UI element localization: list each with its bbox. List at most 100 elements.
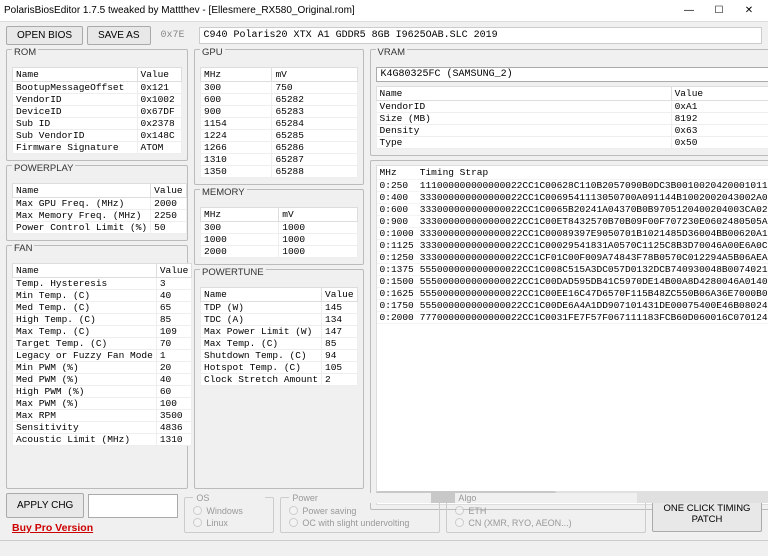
open-bios-button[interactable]: OPEN BIOS [6, 26, 83, 45]
cell[interactable]: 777000000000000022CC1C0031FE7F57F0671111… [417, 312, 768, 324]
cell[interactable]: 2000 [201, 246, 279, 258]
table-row[interactable]: 300750 [201, 82, 358, 94]
cell[interactable]: 65284 [272, 118, 357, 130]
table-row[interactable]: Type0x50 [376, 137, 768, 149]
cell[interactable]: 65287 [272, 154, 357, 166]
cell[interactable]: 0:1125 [377, 240, 417, 252]
cell[interactable]: Max Temp. (C) [201, 338, 322, 350]
cell[interactable]: 0:2000 [377, 312, 417, 324]
cell[interactable]: 333000000000000022CC1C00089397E9050701B1… [417, 228, 768, 240]
cell[interactable]: 0:1375 [377, 264, 417, 276]
cell[interactable]: 65285 [272, 130, 357, 142]
cell[interactable]: DeviceID [13, 106, 138, 118]
table-row[interactable]: Acoustic Limit (MHz)1310 [13, 434, 192, 446]
cell[interactable]: Target Temp. (C) [13, 338, 157, 350]
cell[interactable]: 1310 [201, 154, 272, 166]
cell[interactable]: 300 [201, 222, 279, 234]
table-row[interactable]: Clock Stretch Amount2 [201, 374, 358, 386]
rom-table[interactable]: NameValueBootupMessageOffset0x121VendorI… [12, 67, 182, 154]
maximize-button[interactable]: ☐ [704, 1, 734, 21]
cell[interactable]: VendorID [376, 101, 671, 113]
table-row[interactable]: Hotspot Temp. (C)105 [201, 362, 358, 374]
cell[interactable]: 0:1750 [377, 300, 417, 312]
cell[interactable]: Max Power Limit (W) [201, 326, 322, 338]
table-row[interactable]: Target Temp. (C)70 [13, 338, 192, 350]
table-row[interactable]: 20001000 [201, 246, 358, 258]
buy-pro-link[interactable]: Buy Pro Version [6, 520, 178, 536]
table-row[interactable]: Shutdown Temp. (C)94 [201, 350, 358, 362]
cell[interactable]: TDC (A) [201, 314, 322, 326]
table-row[interactable]: 126665286 [201, 142, 358, 154]
cell[interactable]: 2250 [151, 210, 187, 222]
table-row[interactable]: 0:1375555000000000000022CC1C008C515A3DC0… [377, 264, 768, 276]
cell[interactable]: Power Control Limit (%) [13, 222, 151, 234]
table-row[interactable]: 90065283 [201, 106, 358, 118]
cell[interactable]: BootupMessageOffset [13, 82, 138, 94]
cell[interactable]: Hotspot Temp. (C) [201, 362, 322, 374]
table-row[interactable]: 0:900333000000000000022CC1C00ET8432570B7… [377, 216, 768, 228]
cell[interactable]: 0x148C [137, 130, 182, 142]
table-row[interactable]: Max Memory Freq. (MHz)2250 [13, 210, 187, 222]
table-row[interactable]: Legacy or Fuzzy Fan Mode1 [13, 350, 192, 362]
power-saving-radio[interactable]: Power saving [289, 506, 431, 516]
cell[interactable]: 555000000000000022CC1C00DAD595DB41C5970D… [417, 276, 768, 288]
table-row[interactable]: 0:600333000000000000022CC1C0065B20241A04… [377, 204, 768, 216]
table-row[interactable]: 0:250111000000000000022CC1C00628C110B205… [377, 180, 768, 192]
cell[interactable]: Firmware Signature [13, 142, 138, 154]
powerplay-table[interactable]: NameValueMax GPU Freq. (MHz)2000Max Memo… [12, 183, 187, 234]
cell[interactable]: 0:1250 [377, 252, 417, 264]
table-row[interactable]: TDC (A)134 [201, 314, 358, 326]
memory-table[interactable]: MHzmV30010001000100020001000 [200, 207, 358, 258]
cell[interactable]: 20 [156, 362, 192, 374]
cell[interactable]: 1266 [201, 142, 272, 154]
table-row[interactable]: 60065282 [201, 94, 358, 106]
table-row[interactable]: Med PWM (%)40 [13, 374, 192, 386]
table-row[interactable]: 0:400333000000000000022CC1C0069541113050… [377, 192, 768, 204]
cell[interactable]: Type [376, 137, 671, 149]
cell[interactable]: 65286 [272, 142, 357, 154]
os-windows-radio[interactable]: Windows [193, 506, 265, 516]
cell[interactable]: 105 [322, 362, 358, 374]
cell[interactable]: 750 [272, 82, 357, 94]
table-row[interactable]: 0:1750555000000000000022CC1C00DE6A4A1DD9… [377, 300, 768, 312]
cell[interactable]: Sub ID [13, 118, 138, 130]
cell[interactable]: 85 [322, 338, 358, 350]
cell[interactable]: High Temp. (C) [13, 314, 157, 326]
cell[interactable]: 0:1500 [377, 276, 417, 288]
cell[interactable]: 147 [322, 326, 358, 338]
cell[interactable]: 0:1625 [377, 288, 417, 300]
cell[interactable]: 134 [322, 314, 358, 326]
cell[interactable]: Max GPU Freq. (MHz) [13, 198, 151, 210]
cell[interactable]: 900 [201, 106, 272, 118]
cell[interactable]: 0:1000 [377, 228, 417, 240]
cell[interactable]: 100 [156, 398, 192, 410]
powertune-table[interactable]: NameValueTDP (W)145TDC (A)134Max Power L… [200, 287, 358, 386]
cell[interactable]: 1224 [201, 130, 272, 142]
cell[interactable]: 0:400 [377, 192, 417, 204]
table-row[interactable]: Max Temp. (C)85 [201, 338, 358, 350]
table-row[interactable]: Sensitivity4836 [13, 422, 192, 434]
cell[interactable]: Max Memory Freq. (MHz) [13, 210, 151, 222]
algo-eth-radio[interactable]: ETH [455, 506, 637, 516]
cell[interactable]: 94 [322, 350, 358, 362]
cell[interactable]: 70 [156, 338, 192, 350]
cell[interactable]: 0x63 [671, 125, 768, 137]
cell[interactable]: 0x2378 [137, 118, 182, 130]
cell[interactable]: 145 [322, 302, 358, 314]
table-row[interactable]: Min Temp. (C)40 [13, 290, 192, 302]
cell[interactable]: 1000 [201, 234, 279, 246]
table-row[interactable]: High Temp. (C)85 [13, 314, 192, 326]
cell[interactable]: 333000000000000022CC1C0065B20241A04370B0… [417, 204, 768, 216]
table-row[interactable]: 3001000 [201, 222, 358, 234]
cell[interactable]: 8192 [671, 113, 768, 125]
cell[interactable]: 0x67DF [137, 106, 182, 118]
table-row[interactable]: TDP (W)145 [201, 302, 358, 314]
table-row[interactable]: DeviceID0x67DF [13, 106, 182, 118]
cell[interactable]: 0x1002 [137, 94, 182, 106]
table-row[interactable]: Med Temp. (C)65 [13, 302, 192, 314]
cell[interactable]: 0x121 [137, 82, 182, 94]
table-row[interactable]: Firmware SignatureATOM [13, 142, 182, 154]
cell[interactable]: 65283 [272, 106, 357, 118]
table-row[interactable]: VendorID0xA1 [376, 101, 768, 113]
cell[interactable]: Med Temp. (C) [13, 302, 157, 314]
